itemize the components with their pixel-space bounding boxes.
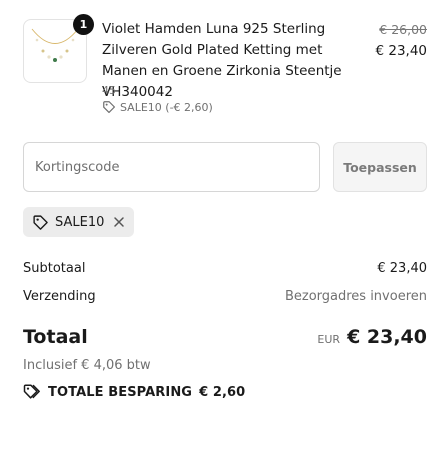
applied-discount-code: SALE10 [55, 214, 105, 230]
product-title: Violet Hamden Luna 925 Sterling Zilveren… [102, 21, 342, 100]
line-discount-label: SALE10 (-€ 2,60) [120, 100, 213, 114]
apply-discount-button[interactable]: Toepassen [333, 142, 427, 192]
savings-value: € 2,60 [199, 384, 246, 400]
current-price: € 23,40 [375, 43, 427, 59]
tax-note: Inclusief € 4,06 btw [23, 358, 151, 373]
original-price: € 26,00 [379, 22, 427, 37]
remove-discount-button[interactable] [113, 216, 125, 228]
tag-icon [103, 101, 116, 114]
savings-label: TOTALE BESPARING [48, 384, 193, 400]
total-value: EUR € 23,40 [317, 326, 427, 348]
total-savings: TOTALE BESPARING € 2,60 [23, 383, 245, 401]
quantity-badge: 1 [73, 14, 94, 35]
shipping-value: Bezorgadres invoeren [284, 289, 427, 304]
shipping-label: Verzending [23, 289, 96, 304]
subtotal-label: Subtotaal [23, 261, 86, 276]
subtotal-value: € 23,40 [377, 261, 427, 276]
discount-code-input[interactable] [23, 142, 320, 192]
line-discount: SALE10 (-€ 2,60) [102, 100, 213, 114]
total-amount: € 23,40 [347, 326, 427, 348]
total-currency: EUR [317, 333, 341, 346]
total-label: Totaal [23, 326, 88, 348]
tag-icon [33, 214, 48, 230]
close-icon [114, 217, 125, 227]
applied-discount-chip: SALE10 [23, 207, 135, 237]
product-variant: 45 [102, 84, 116, 97]
tags-icon [23, 384, 40, 399]
